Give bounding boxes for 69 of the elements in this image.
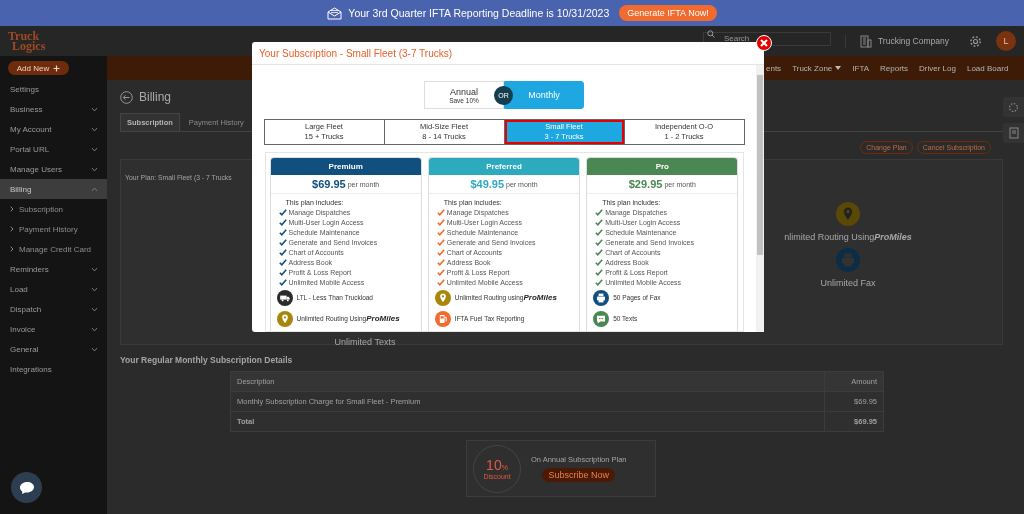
feature-label: nlimited Routing UsingProMiles [784, 232, 912, 242]
printer-icon [593, 289, 610, 306]
plan-price: $69.95 [312, 178, 346, 190]
nav-item[interactable]: Driver Log [919, 63, 956, 73]
banner-text: Your 3rd Quarter IFTA Reporting Deadline is 10/31/2023 [348, 7, 610, 19]
sidebar-subitem[interactable]: Payment History [0, 219, 107, 239]
feature-label: Unlimited Fax [820, 278, 876, 288]
user-avatar[interactable]: L [996, 31, 1016, 51]
map-pin-icon [434, 289, 451, 306]
details-title: Your Regular Monthly Subscription Details [120, 355, 293, 365]
sidebar-subitem[interactable]: Manage Credit Card [0, 239, 107, 259]
chevron-right-icon [10, 206, 14, 212]
page-title: Billing [139, 90, 171, 104]
logo: Truck Logics [8, 31, 46, 51]
map-pin-icon [836, 202, 860, 226]
dialog-title: Your Subscription - Small Fleet (3-7 Trucks) [252, 42, 764, 65]
sidebar-item[interactable]: Portal URL [0, 139, 107, 159]
fuel-pump-icon [434, 310, 451, 327]
chevron-icon [91, 186, 98, 192]
chevron-icon [91, 326, 98, 332]
feature-label: Unlimited Texts [334, 337, 396, 347]
chevron-right-icon [10, 226, 14, 232]
nav-item[interactable]: IFTA [852, 63, 870, 73]
sidebar-item[interactable]: Dispatch [0, 299, 107, 319]
settings-icon[interactable] [969, 34, 982, 48]
scrollbar[interactable] [756, 65, 764, 332]
chevron-icon [91, 346, 98, 352]
nav-item[interactable]: Truck Zone [792, 63, 842, 73]
nav-item[interactable]: Load Board [966, 63, 1009, 73]
sidebar-item[interactable]: Invoice [0, 319, 107, 339]
subscribe-button[interactable]: Subscribe Now [542, 468, 615, 482]
sidebar-subitem[interactable]: Subscription [0, 199, 107, 219]
chevron-icon [91, 126, 98, 132]
sidebar-item[interactable]: Billing [0, 179, 107, 199]
chat-icon [593, 310, 610, 327]
plan-price: $49.95 [470, 178, 505, 190]
building-icon [859, 34, 872, 48]
envelope-icon [327, 6, 343, 20]
search-icon [706, 30, 715, 38]
chevron-icon [91, 306, 98, 312]
sidebar-item[interactable]: My Account [0, 119, 107, 139]
chevron-icon [91, 146, 98, 152]
plan-name: Pro [587, 158, 738, 175]
chevron-icon [91, 286, 98, 292]
plus-icon [53, 64, 61, 72]
sidebar-item[interactable]: Settings [0, 79, 107, 99]
chevron-icon [91, 106, 98, 112]
nav-item[interactable]: ents [766, 63, 782, 73]
nav-item[interactable]: Reports [880, 63, 909, 73]
add-new-button[interactable]: Add New [8, 61, 69, 75]
chevron-right-icon [10, 246, 14, 252]
plan-name: Preferred [428, 158, 580, 175]
caret-icon [835, 66, 842, 70]
plan-name: Premium [270, 158, 421, 175]
map-pin-icon [276, 310, 293, 327]
chevron-icon [91, 266, 98, 272]
company-name[interactable]: Trucking Company [877, 36, 949, 46]
close-icon [760, 39, 768, 47]
sidebar-item[interactable]: Reminders [0, 259, 107, 279]
sidebar-item[interactable]: Business [0, 99, 107, 119]
sidebar-item[interactable]: General [0, 339, 107, 359]
sidebar-item[interactable]: Load [0, 279, 107, 299]
chat-icon [18, 480, 35, 495]
sidebar-item[interactable]: Manage Users [0, 159, 107, 179]
chevron-icon [91, 166, 98, 172]
plan-price: $29.95 [628, 178, 663, 190]
truck-icon [276, 289, 293, 306]
printer-icon [836, 248, 860, 272]
sidebar-item[interactable]: Integrations [0, 359, 107, 379]
